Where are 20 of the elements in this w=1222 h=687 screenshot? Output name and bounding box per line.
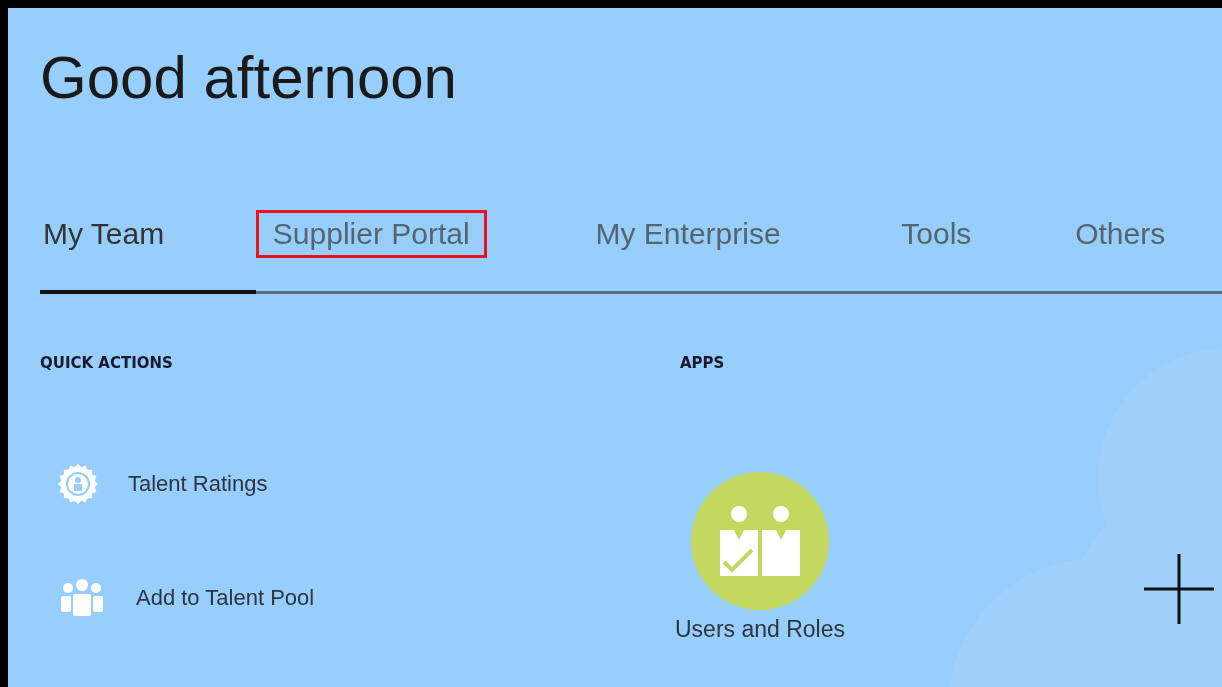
people-group-icon [58,578,106,618]
section-title: QUICK ACTIONS [40,354,174,372]
quick-action-link[interactable]: Talent Ratings [128,471,268,497]
add-icon[interactable] [1144,554,1214,624]
tab-label: Tools [900,216,973,252]
tab-label: My Enterprise [594,216,782,252]
highlight-frame: Supplier Portal [255,210,487,258]
tab-label: Others [1074,216,1167,252]
section-title: APPS [680,354,726,372]
tab-label: My Team [42,216,166,252]
tab[interactable]: Tools [898,198,1073,294]
app-label[interactable]: Users and Roles [675,616,845,643]
tab[interactable]: My Team [40,198,256,294]
badge-person-icon [58,464,98,504]
tab[interactable]: My Enterprise [592,198,899,294]
tab[interactable]: Supplier Portal [255,198,593,294]
greeting-heading: Good afternoon [40,43,458,113]
tab[interactable]: Others [1072,198,1222,294]
quick-action-link[interactable]: Add to Talent Pool [136,585,315,611]
users-check-icon [718,506,802,576]
